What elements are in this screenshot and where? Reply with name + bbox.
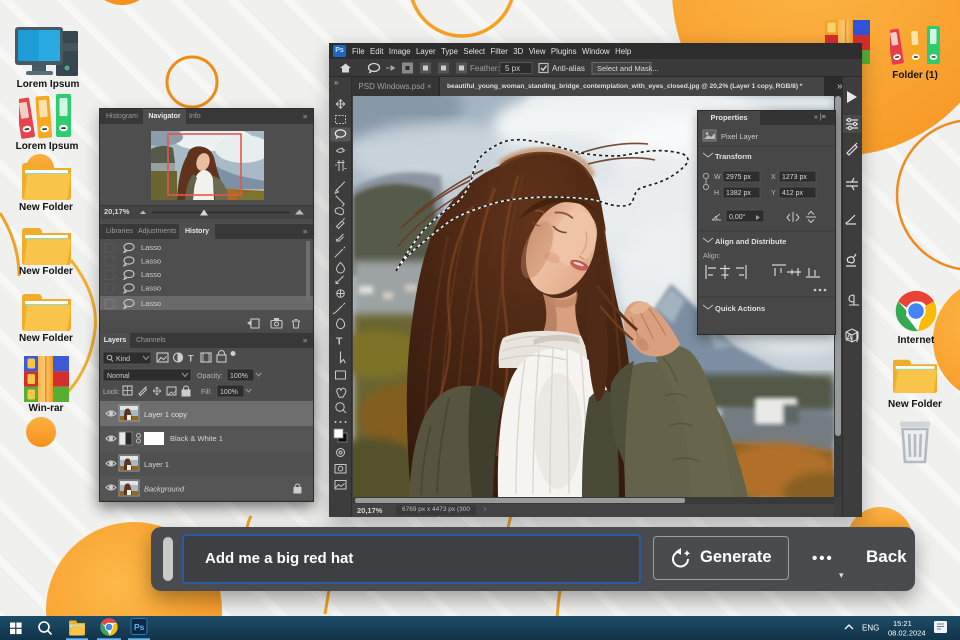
- svg-text:15:21: 15:21: [893, 619, 912, 628]
- svg-text:T: T: [336, 336, 343, 348]
- svg-text:100%: 100%: [220, 389, 238, 396]
- svg-text:Lasso: Lasso: [141, 270, 161, 279]
- svg-text:Ps: Ps: [134, 622, 145, 632]
- svg-text:Layer 1: Layer 1: [144, 460, 169, 469]
- svg-text:Lasso: Lasso: [141, 243, 161, 252]
- svg-text:Lasso: Lasso: [141, 284, 161, 293]
- svg-text:Transform: Transform: [715, 152, 752, 161]
- svg-text:T: T: [188, 354, 194, 364]
- svg-text:Align:: Align:: [703, 253, 721, 260]
- svg-text:H: H: [714, 190, 719, 197]
- svg-text:Fill:: Fill:: [201, 389, 212, 396]
- svg-text:Pixel Layer: Pixel Layer: [721, 132, 759, 141]
- svg-text:1273 px: 1273 px: [782, 174, 807, 181]
- svg-text:X: X: [771, 174, 776, 181]
- svg-text:2975 px: 2975 px: [726, 174, 751, 181]
- svg-text:Opacity:: Opacity:: [197, 373, 223, 380]
- svg-text:1382 px: 1382 px: [726, 190, 751, 197]
- svg-text:Quick Actions: Quick Actions: [715, 304, 765, 313]
- svg-text:Feather:: Feather:: [470, 64, 500, 73]
- svg-text:Background: Background: [144, 485, 185, 494]
- svg-text:Y: Y: [771, 190, 776, 197]
- svg-text:Kind: Kind: [116, 356, 130, 363]
- svg-text:100%: 100%: [230, 373, 248, 380]
- svg-text:Lasso: Lasso: [141, 257, 161, 266]
- svg-text:A: A: [846, 333, 853, 344]
- svg-text:Align and Distribute: Align and Distribute: [715, 237, 786, 246]
- svg-text:Select and Mask...: Select and Mask...: [597, 64, 659, 73]
- svg-text:Lasso: Lasso: [141, 299, 161, 308]
- svg-text:ENG: ENG: [862, 624, 879, 633]
- svg-text:Black & White 1: Black & White 1: [170, 434, 223, 443]
- svg-text:08.02.2024: 08.02.2024: [888, 629, 926, 638]
- svg-text:Layer 1 copy: Layer 1 copy: [144, 410, 187, 419]
- svg-text:5 px: 5 px: [505, 64, 520, 73]
- svg-text:Lock:: Lock:: [103, 389, 120, 396]
- svg-text:Normal: Normal: [107, 373, 130, 380]
- svg-text:W: W: [714, 174, 721, 181]
- svg-text:Anti-alias: Anti-alias: [552, 64, 585, 73]
- svg-text:0,00°: 0,00°: [729, 213, 746, 221]
- svg-text:412 px: 412 px: [782, 190, 804, 197]
